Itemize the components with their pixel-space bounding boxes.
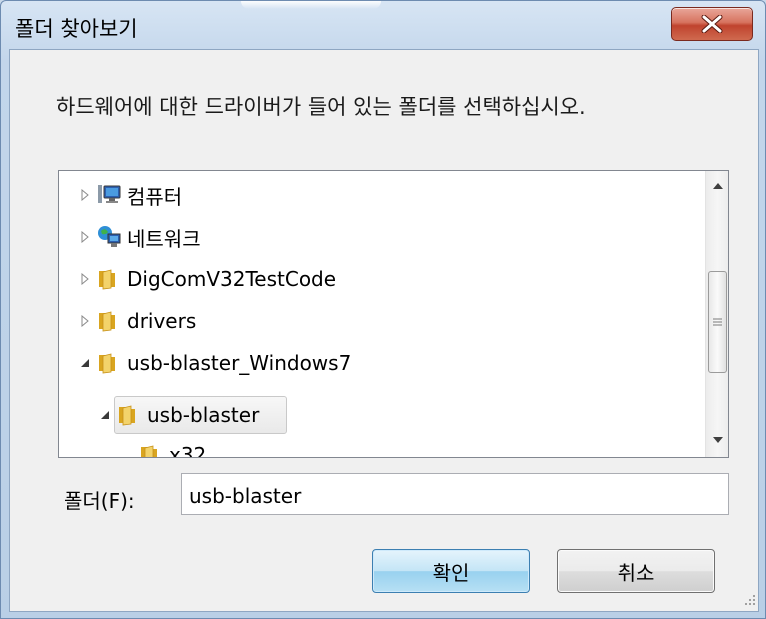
resize-grip-icon[interactable] (743, 593, 757, 607)
scroll-up-button[interactable] (706, 175, 728, 197)
grip-lines-icon (713, 318, 722, 326)
expand-arrow-icon[interactable] (77, 271, 93, 287)
tree-item-label: 네트워크 (127, 226, 201, 251)
arrow-down-icon (712, 437, 723, 443)
expand-arrow-icon[interactable] (77, 187, 93, 203)
tree-scrollbar[interactable] (705, 171, 728, 457)
folder-tree[interactable]: 컴퓨터 네트워크 DigComV32TestCode drivers usb-b… (58, 170, 729, 458)
tree-item-usb-blaster[interactable]: usb-blaster (97, 397, 259, 433)
folder-icon (97, 267, 121, 291)
folder-input[interactable] (181, 473, 729, 515)
folder-field-label: 폴더(F): (64, 489, 135, 513)
tree-item-drivers[interactable]: drivers (77, 303, 196, 339)
close-icon (701, 15, 723, 33)
ok-button[interactable]: 확인 (372, 549, 530, 593)
tree-item-label: drivers (127, 309, 197, 333)
folder-icon (97, 351, 121, 375)
instruction-text: 하드웨어에 대한 드라이버가 들어 있는 폴더를 선택하십시오. (56, 95, 586, 119)
tree-item-usb-blaster-windows7[interactable]: usb-blaster_Windows7 (77, 345, 351, 381)
arrow-up-icon (712, 183, 723, 189)
window-title: 폴더 찾아보기 (15, 17, 138, 41)
cancel-button[interactable]: 취소 (557, 549, 715, 593)
scroll-down-button[interactable] (706, 429, 728, 451)
tree-item-label: DigComV32TestCode (127, 267, 337, 291)
tree-item-computer[interactable]: 컴퓨터 (77, 177, 182, 213)
computer-icon (97, 183, 121, 207)
folder-icon (139, 443, 163, 457)
close-button[interactable] (671, 7, 753, 41)
tree-item-label: 컴퓨터 (127, 184, 183, 209)
tree-item-x32[interactable]: x32 (119, 437, 207, 458)
dialog-window: 폴더 찾아보기 하드웨어에 대한 드라이버가 들어 있는 폴더를 선택하십시오. (0, 0, 766, 619)
tree-item-network[interactable]: 네트워크 (77, 219, 201, 255)
expand-arrow-icon[interactable] (77, 313, 93, 329)
scroll-thumb[interactable] (708, 271, 727, 373)
tree-item-label: usb-blaster_Windows7 (127, 351, 352, 375)
folder-icon (117, 403, 141, 427)
tree-item-label: usb-blaster (147, 403, 260, 427)
expand-arrow-icon[interactable] (77, 229, 93, 245)
folder-icon (97, 309, 121, 333)
network-icon (97, 225, 121, 249)
tree-item-digcomv32testcode[interactable]: DigComV32TestCode (77, 261, 336, 297)
collapse-arrow-icon[interactable] (97, 407, 113, 423)
collapse-arrow-icon[interactable] (77, 355, 93, 371)
tree-item-label: x32 (169, 443, 207, 458)
